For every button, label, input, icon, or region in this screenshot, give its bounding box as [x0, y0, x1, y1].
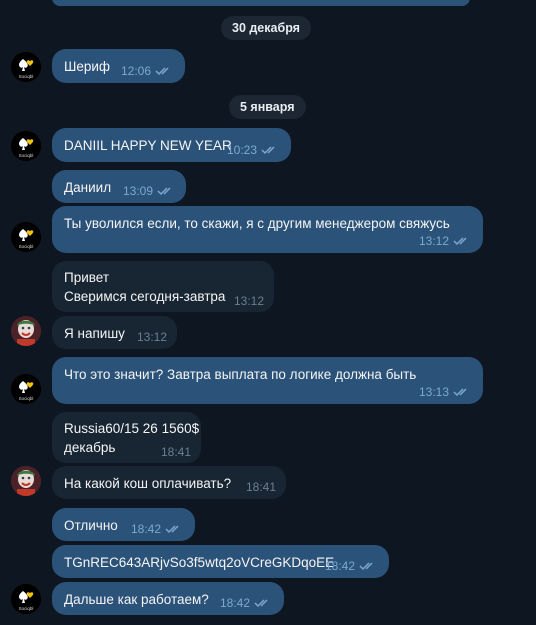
chat-history[interactable]: 30 декабря Sociqbl Шериф 12:06 5 января …	[0, 0, 536, 625]
date-separator: 30 декабря	[221, 16, 311, 40]
message-time: 12:06	[121, 64, 152, 78]
message-time: 13:12	[419, 234, 450, 248]
message-text: Привет Сверимся сегодня-завтра	[64, 270, 226, 304]
message-text: Отлично	[64, 518, 118, 533]
message-bubble[interactable]: Даниил 13:09	[52, 170, 186, 203]
message-meta: 13:12	[137, 330, 167, 344]
logo-avatar[interactable]: Sociqbl	[11, 52, 41, 82]
logo-avatar[interactable]: Sociqbl	[11, 222, 41, 252]
message-meta: 12:06	[121, 64, 173, 78]
message-time: 18:41	[161, 445, 192, 459]
message-text: Дальше как работаем?	[64, 592, 209, 607]
logo-text: Sociqbl	[18, 396, 34, 401]
double-check-icon	[254, 599, 268, 608]
message-meta: 13:13	[419, 385, 471, 399]
message-meta: 18:42	[220, 596, 272, 610]
message-meta: 10:23	[227, 143, 279, 157]
message-bubble[interactable]: На какой кош оплачивать? 18:41	[52, 466, 286, 499]
logo-text: Sociqbl	[18, 244, 34, 249]
message-bubble[interactable]: Отлично 18:42	[52, 508, 195, 541]
message-text: DANIIL HAPPY NEW YEAR	[64, 138, 232, 153]
message-meta: 18:41	[246, 480, 276, 494]
joker-avatar[interactable]	[11, 316, 41, 346]
message-bubble[interactable]: Что это значит? Завтра выплата по логике…	[52, 357, 483, 404]
message-text: Я напишу	[64, 326, 125, 341]
message-time: 13:12	[234, 294, 265, 308]
message-text: Ты уволился если, то скажи, я с другим м…	[64, 216, 450, 231]
message-meta: 13:09	[123, 184, 175, 198]
message-time: 13:09	[123, 184, 154, 198]
logo-text: Sociqbl	[18, 74, 34, 79]
message-bubble[interactable]: Дальше как работаем? 18:42	[52, 582, 284, 615]
double-check-icon	[155, 67, 169, 76]
double-check-icon	[359, 562, 373, 571]
message-text: TGnREC643ARjvSo3f5wtq2oVCreGKDqoEE	[64, 555, 335, 570]
message-bubble-partial	[52, 0, 470, 6]
date-separator: 5 января	[229, 95, 306, 119]
message-bubble[interactable]: TGnREC643ARjvSo3f5wtq2oVCreGKDqoEE 18:42	[52, 545, 389, 578]
message-meta: 18:42	[325, 559, 377, 573]
message-bubble[interactable]: Ты уволился если, то скажи, я с другим м…	[52, 206, 483, 253]
message-bubble[interactable]: Russia60/15 26 1560$ декабрь 18:41	[52, 412, 201, 463]
message-bubble[interactable]: Привет Сверимся сегодня-завтра 13:12	[52, 261, 274, 312]
message-meta: 18:42	[131, 522, 183, 536]
double-check-icon	[453, 237, 467, 246]
message-time: 13:12	[137, 330, 168, 344]
logo-avatar[interactable]: Sociqbl	[11, 374, 41, 404]
message-time: 18:42	[220, 596, 251, 610]
logo-text: Sociqbl	[18, 153, 34, 158]
message-meta: 13:12	[234, 294, 264, 308]
message-time: 13:13	[419, 385, 450, 399]
message-meta: 13:12	[419, 234, 471, 248]
message-text: Что это значит? Завтра выплата по логике…	[64, 367, 417, 382]
message-bubble[interactable]: DANIIL HAPPY NEW YEAR 10:23	[52, 128, 291, 162]
message-time: 18:42	[131, 522, 162, 536]
double-check-icon	[165, 525, 179, 534]
logo-avatar[interactable]: Sociqbl	[11, 131, 41, 161]
double-check-icon	[453, 388, 467, 397]
message-time: 10:23	[227, 143, 258, 157]
message-bubble[interactable]: Шериф 12:06	[52, 49, 185, 83]
double-check-icon	[157, 187, 171, 196]
message-text: На какой кош оплачивать?	[64, 476, 232, 491]
message-text: Даниил	[64, 180, 112, 195]
message-time: 18:41	[246, 480, 277, 494]
message-text: Шериф	[64, 59, 111, 74]
message-time: 18:42	[325, 559, 356, 573]
logo-avatar[interactable]: Sociqbl	[11, 584, 41, 614]
message-bubble[interactable]: Я напишу 13:12	[52, 316, 177, 349]
joker-avatar[interactable]	[11, 466, 41, 496]
message-meta: 18:41	[161, 445, 191, 459]
double-check-icon	[261, 146, 275, 155]
logo-text: Sociqbl	[18, 606, 34, 611]
